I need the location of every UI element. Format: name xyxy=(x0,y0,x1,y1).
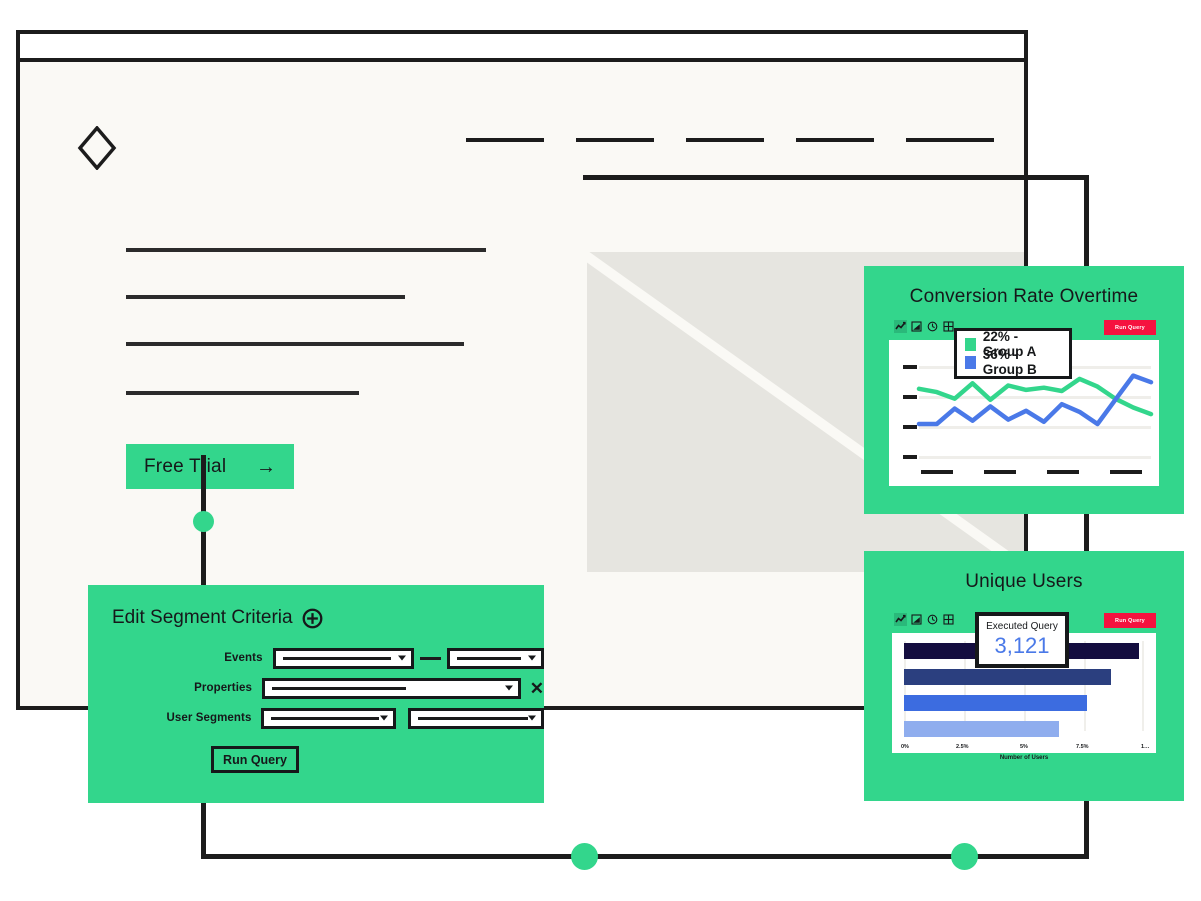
events-select-2[interactable] xyxy=(446,647,545,669)
browser-chrome-bar xyxy=(20,34,1024,62)
hero-text-line-3 xyxy=(126,342,464,346)
connector-dot-bottom-2 xyxy=(951,843,978,870)
select-value-bar xyxy=(456,656,521,660)
line-chart-icon[interactable] xyxy=(894,613,907,626)
clock-icon[interactable] xyxy=(926,613,939,626)
legend-swatch-group-b xyxy=(965,355,976,369)
nav-placeholder-5[interactable] xyxy=(906,138,994,142)
unique-users-run-query-button[interactable]: Run Query xyxy=(1104,613,1156,628)
user-segments-select-1[interactable] xyxy=(261,707,396,729)
tooltip-value: 3,121 xyxy=(994,633,1050,658)
hero-text-line-1 xyxy=(126,248,486,252)
conversion-card-toolbar xyxy=(894,320,955,333)
bar-chart-icon[interactable] xyxy=(910,320,923,333)
hero-text-line-2 xyxy=(126,295,405,299)
unique-users-card-title: Unique Users xyxy=(965,571,1083,592)
label-user-segments: User Segments xyxy=(166,712,252,724)
x-tick-label-1: 2.5% xyxy=(956,744,969,750)
x-tick-label-2: 5% xyxy=(1020,744,1028,750)
select-value-bar xyxy=(282,656,391,660)
nav-placeholder-3[interactable] xyxy=(686,138,764,142)
x-tick-label-4: 1… xyxy=(1141,744,1150,750)
chevron-down-icon xyxy=(528,655,537,661)
legend-item: 36% - Group B xyxy=(965,347,1060,377)
nav-placeholder-1[interactable] xyxy=(466,138,544,142)
nav-placeholder-2[interactable] xyxy=(576,138,654,142)
run-query-button[interactable]: Run Query xyxy=(211,746,299,773)
bar-chart-icon[interactable] xyxy=(910,613,923,626)
tooltip-label: Executed Query xyxy=(986,621,1058,632)
legend-label-group-b: 36% - Group B xyxy=(982,347,1037,377)
close-icon[interactable]: ✕ xyxy=(530,680,544,697)
x-tick-label-0: 0% xyxy=(901,744,909,750)
unique-users-card-toolbar xyxy=(894,613,955,626)
chevron-down-icon xyxy=(504,685,513,691)
label-properties: Properties xyxy=(194,682,252,694)
arrow-right-icon: → xyxy=(256,455,276,478)
nav-placeholder-4[interactable] xyxy=(796,138,874,142)
free-trial-button[interactable]: Free Trial → xyxy=(126,444,294,489)
events-select-1[interactable] xyxy=(272,647,414,669)
select-value-bar xyxy=(271,716,380,720)
form-row-user-segments: User Segments xyxy=(88,707,544,729)
range-dash xyxy=(419,656,441,660)
plus-circle-icon[interactable] xyxy=(302,608,323,629)
line-chart-icon[interactable] xyxy=(894,320,907,333)
unique-users-card: Unique Users Run Query 0% 2.5% 5% 7.5% 1… xyxy=(864,551,1184,801)
conversion-rate-card: Conversion Rate Overtime Run Query 22% -… xyxy=(864,266,1184,514)
chevron-down-icon xyxy=(379,715,388,721)
label-events: Events xyxy=(224,652,263,664)
segment-form: Events Properties ✕ User Segments xyxy=(88,647,545,737)
conversion-chart-legend: 22% - Group A 36% - Group B xyxy=(954,328,1072,379)
segment-panel-header: Edit Segment Criteria xyxy=(112,607,323,629)
select-value-bar xyxy=(418,716,529,720)
gridline xyxy=(1142,641,1144,731)
chevron-down-icon xyxy=(528,715,536,721)
screenshot-root: Free Trial → Edit Segment Criteria Event… xyxy=(0,0,1201,901)
properties-select[interactable] xyxy=(261,677,521,699)
bar-4 xyxy=(904,721,1059,737)
clock-icon[interactable] xyxy=(926,320,939,333)
legend-swatch-group-a xyxy=(965,337,976,351)
form-row-properties: Properties ✕ xyxy=(88,677,544,699)
connector-dot-bottom-1 xyxy=(571,843,598,870)
segment-panel-title: Edit Segment Criteria xyxy=(112,607,293,628)
hero-text-line-4 xyxy=(126,391,359,395)
connector-dot-left xyxy=(193,511,214,532)
diamond-logo-icon xyxy=(77,126,117,170)
bar-3 xyxy=(904,695,1087,711)
conversion-card-title: Conversion Rate Overtime xyxy=(909,286,1139,307)
executed-query-tooltip: Executed Query 3,121 xyxy=(975,612,1069,668)
free-trial-label: Free Trial xyxy=(144,455,227,477)
site-nav xyxy=(450,134,1010,150)
bar-2 xyxy=(904,669,1111,685)
x-axis-title: Number of Users xyxy=(999,755,1049,761)
form-row-events: Events xyxy=(88,647,545,669)
edit-segment-criteria-panel: Edit Segment Criteria Events Properties … xyxy=(88,585,545,803)
table-grid-icon[interactable] xyxy=(942,613,955,626)
conversion-card-run-query-button[interactable]: Run Query xyxy=(1104,320,1156,335)
select-value-bar xyxy=(271,686,406,690)
connector-line-top-right xyxy=(583,175,1089,180)
chevron-down-icon xyxy=(397,655,406,661)
x-tick-label-3: 7.5% xyxy=(1076,744,1089,750)
user-segments-select-2[interactable] xyxy=(408,707,544,729)
